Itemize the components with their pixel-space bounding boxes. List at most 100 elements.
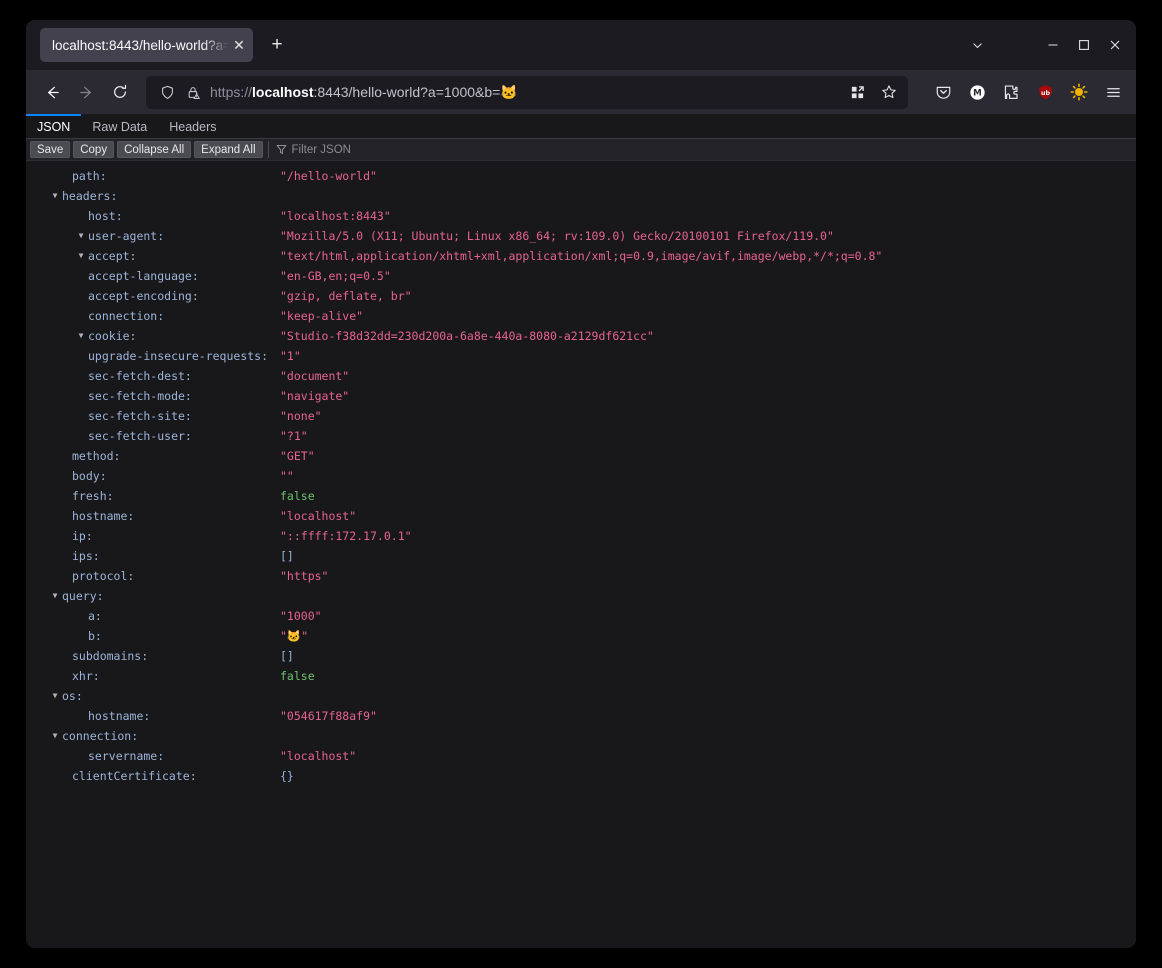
filter-json-input[interactable]: Filter JSON <box>268 141 1132 158</box>
json-row[interactable]: accept-language:"en-GB,en;q=0.5" <box>26 266 1136 286</box>
json-row[interactable]: xhr:false <box>26 666 1136 686</box>
json-row[interactable]: method:"GET" <box>26 446 1136 466</box>
json-key: upgrade-insecure-requests: <box>88 349 268 363</box>
json-key: sec-fetch-site: <box>88 409 192 423</box>
json-row[interactable]: ▼cookie:"Studio-f38d32dd=230d200a-6a8e-4… <box>26 326 1136 346</box>
json-value: "navigate" <box>280 389 349 403</box>
expand-triangle-icon[interactable]: ▼ <box>76 246 86 266</box>
json-value: "gzip, deflate, br" <box>280 289 412 303</box>
browser-tab[interactable]: localhost:8443/hello-world?a=1000&b= ✕ <box>40 28 253 62</box>
json-row[interactable]: connection: "keep-alive" <box>26 306 1136 326</box>
json-row[interactable]: ▼accept: "text/html,application/xhtml+xml… <box>26 246 1136 266</box>
new-tab-button[interactable]: + <box>261 29 293 61</box>
json-key: user-agent: <box>88 229 164 243</box>
json-row[interactable]: subdomains:[] <box>26 646 1136 666</box>
json-row[interactable]: ▼connection: <box>26 726 1136 746</box>
app-menu-icon[interactable] <box>1098 77 1128 107</box>
maximize-icon[interactable] <box>1068 30 1099 61</box>
svg-text:M: M <box>973 88 982 98</box>
json-row[interactable]: hostname:"localhost" <box>26 506 1136 526</box>
expand-triangle-icon[interactable]: ▼ <box>50 586 60 606</box>
json-row[interactable]: upgrade-insecure-requests: "1" <box>26 346 1136 366</box>
json-key: accept: <box>88 249 136 263</box>
json-row[interactable]: servername: "localhost" <box>26 746 1136 766</box>
json-row[interactable]: ▼query: <box>26 586 1136 606</box>
copy-button[interactable]: Copy <box>73 141 114 158</box>
json-rows-container: path:"/hello-world"▼headers:host:"localh… <box>26 161 1136 948</box>
json-row[interactable]: hostname:"054617f88af9" <box>26 706 1136 726</box>
json-value: false <box>280 489 315 503</box>
json-row[interactable]: sec-fetch-site: "none" <box>26 406 1136 426</box>
collapse-all-button[interactable]: Collapse All <box>117 141 191 158</box>
url-scheme: https:// <box>210 84 252 100</box>
chevron-down-icon[interactable] <box>962 30 993 61</box>
json-key: b: <box>88 629 102 643</box>
expand-all-button[interactable]: Expand All <box>194 141 262 158</box>
json-value: "Mozilla/5.0 (X11; Ubuntu; Linux x86_64;… <box>280 229 834 243</box>
json-row[interactable]: ▼os: <box>26 686 1136 706</box>
json-value: "keep-alive" <box>280 309 363 323</box>
ublock-origin-icon[interactable]: ub <box>1030 77 1060 107</box>
json-value: "::ffff:172.17.0.1" <box>280 529 412 543</box>
json-value: "/hello-world" <box>280 169 377 183</box>
close-window-icon[interactable] <box>1099 30 1130 61</box>
json-row[interactable]: host:"localhost:8443" <box>26 206 1136 226</box>
back-icon[interactable] <box>36 76 68 108</box>
tab-raw-data[interactable]: Raw Data <box>81 114 158 138</box>
browser-window: localhost:8443/hello-world?a=1000&b= ✕ + <box>26 20 1136 948</box>
reload-icon[interactable] <box>104 76 136 108</box>
theme-brightness-icon[interactable] <box>1064 77 1094 107</box>
expand-triangle-icon[interactable]: ▼ <box>50 726 60 746</box>
json-row[interactable]: sec-fetch-user:"?1" <box>26 426 1136 446</box>
json-key: a: <box>88 609 102 623</box>
json-key: os: <box>62 689 83 703</box>
tab-headers[interactable]: Headers <box>158 114 227 138</box>
json-row[interactable]: clientCertificate:{} <box>26 766 1136 786</box>
save-button[interactable]: Save <box>30 141 70 158</box>
save-to-pocket-icon[interactable] <box>928 77 958 107</box>
json-row[interactable]: protocol:"https" <box>26 566 1136 586</box>
urlbar-buttons <box>842 77 904 107</box>
forward-icon[interactable] <box>70 76 102 108</box>
expand-triangle-icon[interactable]: ▼ <box>76 226 86 246</box>
json-row[interactable]: sec-fetch-dest:"document" <box>26 366 1136 386</box>
json-viewer-tabs: JSON Raw Data Headers <box>26 114 1136 139</box>
bookmark-star-icon[interactable] <box>874 77 904 107</box>
json-value: "none" <box>280 409 322 423</box>
close-icon[interactable]: ✕ <box>229 35 249 55</box>
window-controls <box>1037 30 1130 61</box>
expand-triangle-icon[interactable]: ▼ <box>50 686 60 706</box>
json-row[interactable]: sec-fetch-mode:"navigate" <box>26 386 1136 406</box>
funnel-icon <box>276 144 287 155</box>
json-key: connection: <box>88 309 164 323</box>
tracking-protection-shield-icon[interactable] <box>154 79 180 105</box>
url-text[interactable]: https://localhost:8443/hello-world?a=100… <box>210 84 842 101</box>
json-row[interactable]: accept-encoding:"gzip, deflate, br" <box>26 286 1136 306</box>
tab-json[interactable]: JSON <box>26 114 81 138</box>
json-value: "localhost" <box>280 749 356 763</box>
json-value: "text/html,application/xhtml+xml,applica… <box>280 249 882 263</box>
url-bar[interactable]: https://localhost:8443/hello-world?a=100… <box>146 76 908 109</box>
json-value: "054617f88af9" <box>280 709 377 723</box>
json-key: servername: <box>88 749 164 763</box>
json-row[interactable]: a:"1000" <box>26 606 1136 626</box>
json-row[interactable]: path:"/hello-world" <box>26 166 1136 186</box>
container-tabs-icon[interactable] <box>842 77 872 107</box>
extensions-icon[interactable] <box>996 77 1026 107</box>
json-row[interactable]: ip:"::ffff:172.17.0.1" <box>26 526 1136 546</box>
expand-triangle-icon[interactable]: ▼ <box>50 186 60 206</box>
json-row[interactable]: ips:[] <box>26 546 1136 566</box>
json-value: "1" <box>280 349 301 363</box>
url-host: localhost <box>252 84 313 100</box>
json-row[interactable]: fresh:false <box>26 486 1136 506</box>
json-row[interactable]: ▼user-agent: "Mozilla/5.0 (X11; Ubuntu; L… <box>26 226 1136 246</box>
minimize-icon[interactable] <box>1037 30 1068 61</box>
json-row[interactable]: body:"" <box>26 466 1136 486</box>
expand-triangle-icon[interactable]: ▼ <box>76 326 86 346</box>
json-row[interactable]: b:"🐱" <box>26 626 1136 646</box>
account-icon[interactable]: M <box>962 77 992 107</box>
insecure-connection-lock-icon[interactable] <box>180 79 206 105</box>
json-row[interactable]: ▼headers: <box>26 186 1136 206</box>
json-key: sec-fetch-dest: <box>88 369 192 383</box>
json-key: ips: <box>72 549 100 563</box>
